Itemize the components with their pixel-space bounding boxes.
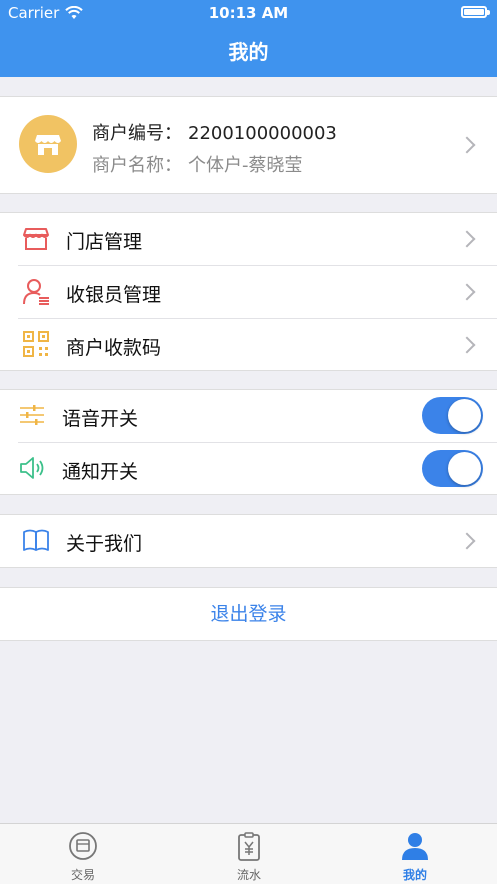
header: Carrier 10:13 AM 我的 (0, 0, 497, 77)
tab-bar: 交易 流水 我的 (0, 823, 497, 884)
chevron-right-icon (458, 136, 476, 154)
chevron-right-icon (458, 230, 476, 248)
menu-item-cashier-management[interactable]: 收银员管理 (0, 266, 497, 318)
chevron-right-icon (458, 336, 476, 354)
tab-label: 流水 (236, 868, 261, 882)
battery-icon (461, 6, 490, 18)
merchant-id-value: 2200100000003 (188, 123, 337, 144)
book-icon (23, 529, 49, 551)
voice-switch[interactable] (422, 397, 483, 434)
notification-switch[interactable] (422, 450, 483, 487)
merchant-name-value: 个体户-蔡晓莹 (188, 155, 303, 176)
notification-toggle-label: 通知开关 (62, 461, 139, 483)
voice-toggle-row: 语音开关 (0, 390, 497, 442)
merchant-name: 商户名称： 个体户-蔡晓莹 (92, 151, 303, 177)
menu-item-store-management[interactable]: 门店管理 (0, 213, 497, 265)
sliders-icon (20, 405, 44, 425)
qr-code-icon (23, 331, 49, 357)
logout-button[interactable]: 退出登录 (0, 587, 497, 641)
speaker-icon (20, 457, 44, 479)
person-icon (402, 833, 428, 860)
chevron-right-icon (458, 283, 476, 301)
merchant-id-label: 商户编号： (92, 123, 182, 144)
avatar (19, 115, 77, 173)
cashier-user-icon (23, 279, 49, 305)
page-title: 我的 (228, 40, 269, 64)
management-menu: 门店管理 收银员管理 商户收款码 (0, 212, 497, 371)
voice-toggle-label: 语音开关 (62, 408, 139, 430)
tab-mine[interactable]: 我的 (332, 824, 497, 884)
merchant-id: 商户编号： 2200100000003 (92, 119, 337, 145)
tab-label: 交易 (70, 868, 95, 882)
tab-records[interactable]: 流水 (166, 824, 332, 884)
settings-toggles: 语音开关 通知开关 (0, 389, 497, 495)
clock: 10:13 AM (208, 4, 289, 22)
menu-item-payment-code[interactable]: 商户收款码 (0, 319, 497, 371)
store-icon (35, 135, 61, 155)
menu-item-about-us[interactable]: 关于我们 (0, 515, 497, 567)
yuan-clipboard-icon (238, 832, 260, 861)
menu-item-label: 收银员管理 (66, 284, 162, 306)
merchant-name-label: 商户名称： (92, 155, 182, 176)
status-bar: Carrier 10:13 AM (0, 0, 497, 26)
tab-transaction[interactable]: 交易 (0, 824, 166, 884)
chevron-right-icon (458, 532, 476, 550)
merchant-info-card[interactable]: 商户编号： 2200100000003 商户名称： 个体户-蔡晓莹 (0, 96, 497, 194)
menu-item-label: 门店管理 (66, 231, 143, 253)
menu-item-label: 商户收款码 (66, 337, 162, 359)
store-outline-icon (23, 228, 49, 250)
notification-toggle-row: 通知开关 (0, 443, 497, 495)
about-section: 关于我们 (0, 514, 497, 568)
menu-item-label: 关于我们 (66, 533, 143, 555)
transaction-icon (69, 832, 97, 860)
tab-label: 我的 (402, 868, 427, 882)
